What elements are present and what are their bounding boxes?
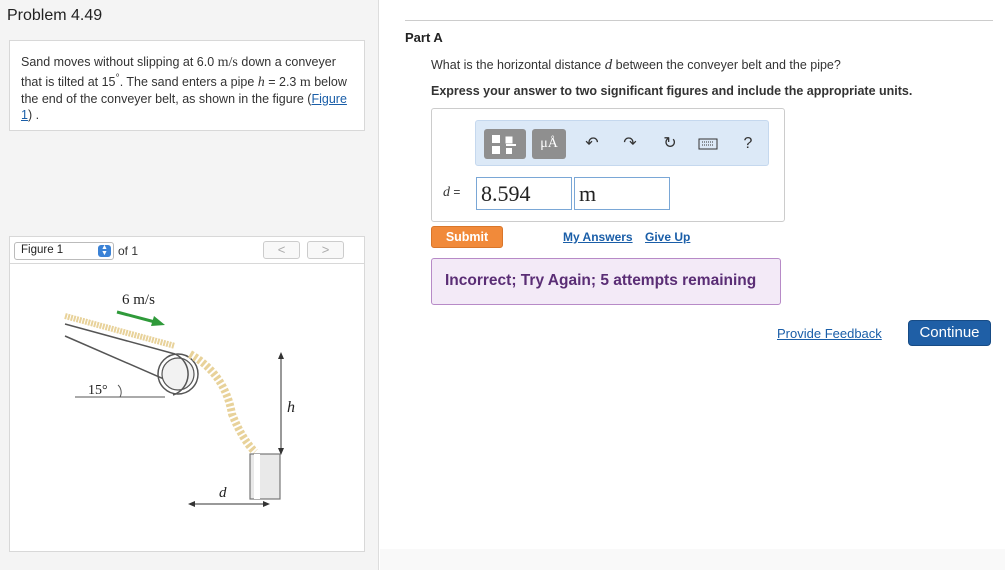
answer-equals: =: [450, 185, 461, 199]
angle-label: 15°: [88, 383, 108, 398]
continue-button[interactable]: Continue: [908, 320, 991, 346]
spinner-icon: ▲ ▼: [98, 244, 111, 257]
h-label: h: [287, 399, 295, 416]
answer-variable: d: [443, 185, 450, 200]
problem-text: ) .: [27, 108, 40, 123]
units-icon[interactable]: μÅ: [532, 129, 566, 159]
figure-count: of 1: [118, 244, 139, 258]
speed-arrowhead: [151, 316, 165, 326]
figure-area: 15° 6 m/s h d: [9, 264, 365, 552]
prev-figure-button[interactable]: <: [263, 241, 300, 259]
h-unit: m: [299, 75, 311, 91]
give-up-link[interactable]: Give Up: [645, 230, 690, 244]
problem-text: =: [264, 75, 279, 90]
pulley-inner: [161, 357, 195, 391]
my-answers-link[interactable]: My Answers: [563, 230, 633, 244]
question-text: between the conveyer belt and the pipe?: [612, 58, 841, 72]
h-value: 2.3: [279, 75, 300, 90]
help-icon[interactable]: ?: [738, 129, 758, 159]
angle-arc: [117, 384, 122, 398]
figure-select[interactable]: Figure 1 ▲ ▼: [14, 242, 114, 260]
feedback-message: Incorrect; Try Again; 5 attempts remaini…: [431, 258, 781, 305]
answer-label: d =: [443, 185, 460, 201]
undo-icon[interactable]: ↶: [580, 129, 604, 159]
footer-shade: [380, 549, 1005, 570]
templates-icon[interactable]: [484, 129, 526, 159]
question-text: What is the horizontal distance: [431, 58, 605, 72]
instruction: Express your answer to two significant f…: [431, 84, 913, 98]
h-variable: h: [257, 75, 265, 91]
problem-text: . The sand enters a pipe: [119, 75, 258, 90]
divider: [405, 20, 993, 21]
belt-lower: [64, 335, 174, 384]
pipe-highlight: [254, 454, 260, 499]
provide-feedback-link[interactable]: Provide Feedback: [777, 326, 882, 341]
figure-bottom-bar: [9, 551, 365, 570]
speed-label: 6 m/s: [122, 292, 155, 308]
speed-arrow: [116, 310, 156, 324]
problem-text: Sand moves without slipping at 6.0: [21, 55, 218, 69]
d-arrow-left: [188, 501, 195, 507]
falling-sand: [187, 350, 258, 455]
keyboard-icon[interactable]: [696, 129, 720, 159]
conveyor-figure: 15° 6 m/s h d: [64, 292, 295, 507]
question: What is the horizontal distance d betwee…: [431, 57, 841, 74]
reset-icon[interactable]: ↻: [658, 129, 682, 159]
part-title: Part A: [405, 30, 443, 45]
d-label: d: [219, 485, 227, 501]
problem-statement: Sand moves without slipping at 6.0 m/s d…: [9, 40, 365, 131]
next-figure-button[interactable]: >: [307, 241, 344, 259]
submit-button[interactable]: Submit: [431, 226, 503, 248]
h-arrow-top: [278, 352, 284, 359]
d-arrow-right: [263, 501, 270, 507]
figure-select-value: Figure 1: [21, 244, 64, 256]
redo-icon[interactable]: ↷: [618, 129, 642, 159]
answer-value-input[interactable]: 8.594: [476, 177, 572, 210]
equation-toolbar: μÅ ↶ ↷ ↻ ?: [475, 120, 769, 166]
answer-unit-input[interactable]: m: [574, 177, 670, 210]
speed-unit: m/s: [217, 55, 238, 70]
problem-title: Problem 4.49: [7, 7, 103, 24]
figure-navigation-bar: Figure 1 ▲ ▼ of 1 < >: [9, 236, 365, 264]
